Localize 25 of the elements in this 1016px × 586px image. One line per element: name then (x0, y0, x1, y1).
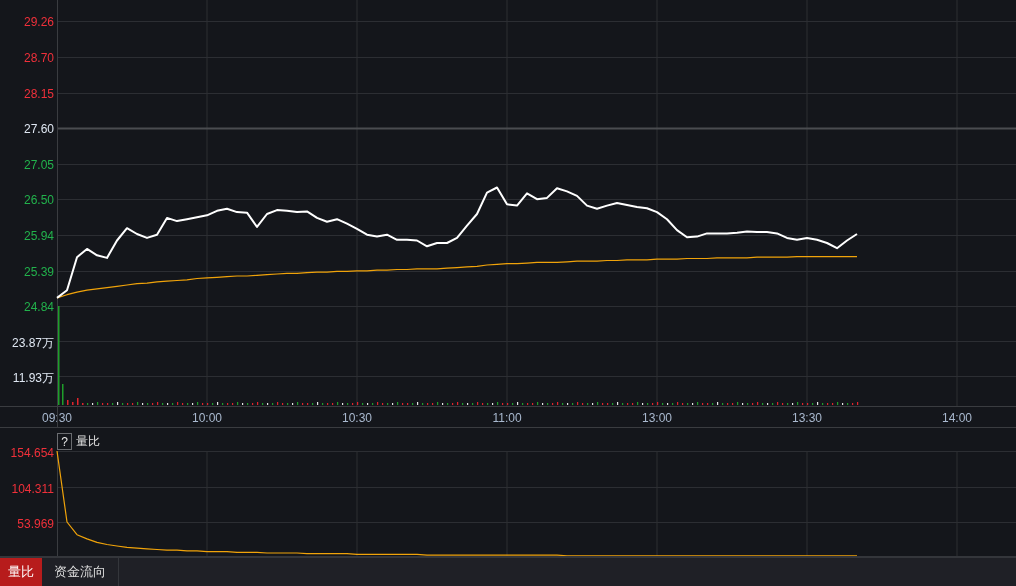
ratio-label: 104.311 (11, 481, 54, 496)
price-label: 27.60 (23, 121, 54, 136)
price-label: 28.15 (23, 86, 54, 101)
tab[interactable]: 量比 (0, 558, 42, 586)
price-label: 26.50 (23, 192, 54, 207)
ratio-label: 53.969 (17, 516, 54, 531)
tab[interactable]: 资金流向 (42, 558, 119, 586)
help-button[interactable]: ? (57, 433, 72, 450)
volume-label: 23.87万 (11, 335, 54, 350)
time-label: 09:30 (42, 411, 72, 425)
time-label: 14:00 (942, 411, 972, 425)
price-label: 25.94 (23, 228, 54, 243)
price-label: 25.39 (23, 264, 54, 279)
price-label: 28.70 (23, 50, 54, 65)
time-label: 13:30 (792, 411, 822, 425)
price-label: 24.84 (23, 299, 54, 314)
time-label: 10:00 (192, 411, 222, 425)
time-label: 13:00 (642, 411, 672, 425)
time-label: 10:30 (342, 411, 372, 425)
price-label: 29.26 (23, 14, 54, 29)
ratio-label: 154.654 (10, 445, 54, 460)
volume-label: 11.93万 (12, 370, 54, 385)
price-label: 27.05 (23, 157, 54, 172)
panel-title: 量比 (76, 434, 100, 448)
time-label: 11:00 (492, 411, 522, 425)
